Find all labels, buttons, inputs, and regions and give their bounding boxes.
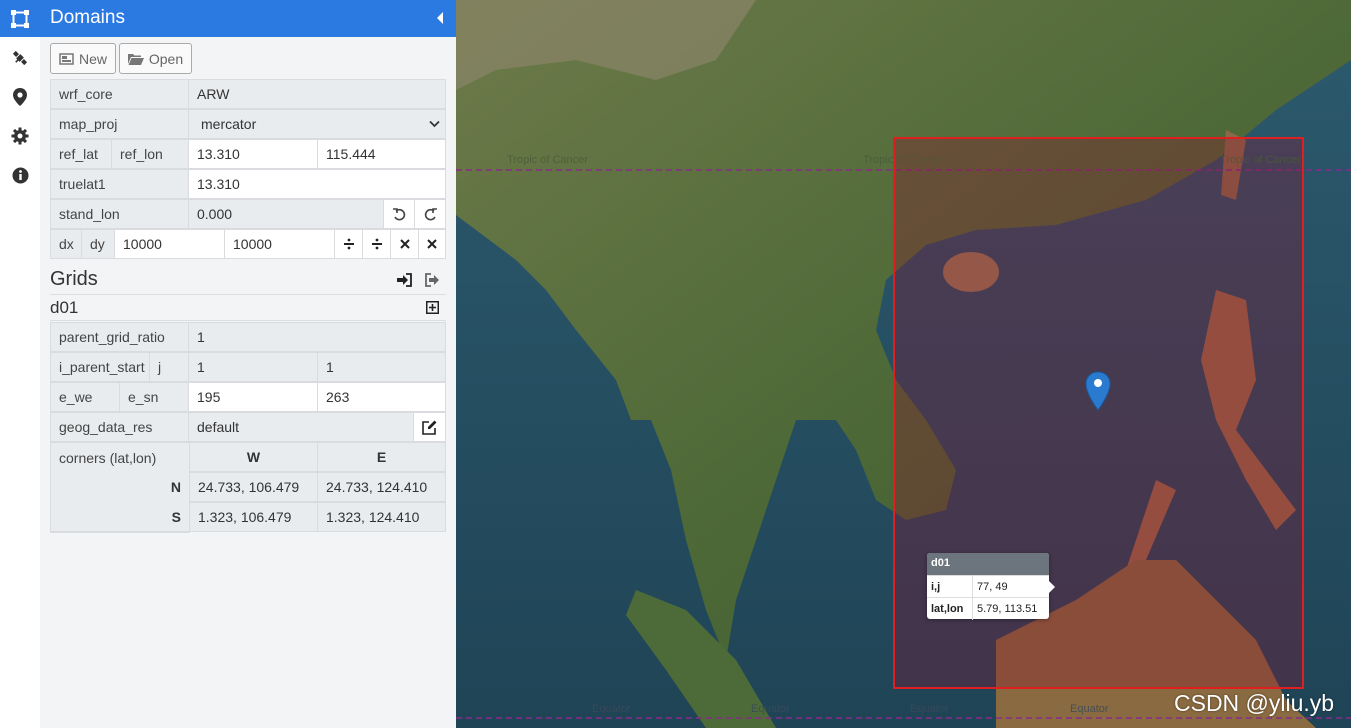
import-icon[interactable]	[397, 273, 412, 287]
parent-grid-ratio-label: parent_grid_ratio	[50, 322, 189, 352]
info-icon	[12, 167, 28, 184]
popup-latlon-value: 5.79, 113.51	[977, 603, 1038, 615]
tropic-label-1: Tropic of Cancer	[507, 154, 588, 166]
new-button-label: New	[78, 50, 107, 67]
wrf-core-label: wrf_core	[50, 79, 189, 109]
e-we-label: e_we	[50, 382, 120, 412]
dx-input[interactable]: 10000	[114, 229, 225, 259]
open-button[interactable]: Open	[119, 43, 192, 74]
truelat1-label: truelat1	[50, 169, 189, 199]
stations-tab[interactable]	[0, 78, 40, 115]
satellite-tab[interactable]	[0, 39, 40, 76]
map-marker-icon	[13, 87, 27, 106]
satellite-basemap	[456, 0, 1351, 728]
ref-lat-input[interactable]: 13.310	[188, 139, 318, 169]
multiply-dy-button[interactable]	[418, 229, 446, 259]
tropic-label-3: Tropic of Cancer	[1220, 154, 1301, 166]
undo-button[interactable]	[383, 199, 415, 229]
map-proj-select[interactable]: mercator	[188, 109, 446, 139]
dy-input[interactable]: 10000	[224, 229, 335, 259]
e-sn-label: e_sn	[119, 382, 189, 412]
map-view[interactable]: Tropic of Cancer Tropic of Cancer Tropic…	[456, 0, 1351, 728]
collapse-panel-icon[interactable]	[434, 10, 446, 26]
divide-icon	[343, 238, 354, 250]
popup-arrow	[1049, 581, 1055, 593]
chevron-down-icon	[429, 120, 440, 128]
icon-rail	[0, 0, 40, 728]
domains-panel: Domains New Open wrf_core ARW map_proj m…	[40, 0, 456, 728]
ref-lon-label: ref_lon	[111, 139, 189, 169]
popup-row-ij: i,j 77, 49	[927, 575, 1049, 598]
i-parent-start-value: 1	[188, 352, 318, 382]
equator-label-1: Equator	[592, 703, 631, 715]
corner-nw: 24.733, 106.479	[189, 472, 318, 502]
j-parent-start-value: 1	[317, 352, 446, 382]
satellite-icon	[12, 50, 28, 65]
open-button-label: Open	[148, 50, 184, 67]
folder-open-icon	[127, 53, 144, 65]
popup-latlon-label: lat,lon	[931, 603, 964, 615]
popup-title: d01	[927, 553, 1049, 575]
ref-lat-label: ref_lat	[50, 139, 112, 169]
panel-title: Domains	[50, 7, 125, 28]
popup-row-latlon: lat,lon 5.79, 113.51	[927, 597, 1049, 620]
parent-grid-ratio-value: 1	[188, 322, 446, 352]
grids-title: Grids	[50, 268, 98, 290]
e-we-input[interactable]: 195	[188, 382, 318, 412]
corners-col-e: E	[317, 442, 446, 472]
corners-row-n: N	[50, 472, 190, 502]
multiply-icon	[427, 239, 437, 249]
stand-lon-label: stand_lon	[50, 199, 189, 229]
domains-tab[interactable]	[0, 0, 40, 37]
about-tab[interactable]	[0, 157, 40, 194]
dy-label: dy	[81, 229, 115, 259]
geog-data-res-value: default	[188, 412, 414, 442]
divide-dy-button[interactable]	[362, 229, 391, 259]
domain-icon	[11, 9, 29, 28]
divide-icon	[371, 238, 382, 250]
map-proj-value: mercator	[201, 116, 257, 132]
grids-divider	[50, 294, 446, 295]
edit-geog-button[interactable]	[413, 412, 446, 442]
panel-header: Domains	[40, 0, 456, 37]
tropic-label-2: Tropic of Cancer	[863, 154, 944, 166]
equator-label-4: Equator	[1070, 703, 1109, 715]
wrf-core-value: ARW	[188, 79, 446, 109]
corner-se: 1.323, 124.410	[317, 502, 446, 532]
equator-label-2: Equator	[751, 703, 790, 715]
dx-label: dx	[50, 229, 82, 259]
corners-col-w: W	[189, 442, 318, 472]
stand-lon-value: 0.000	[188, 199, 384, 229]
redo-icon	[424, 207, 437, 220]
grid-divider	[50, 320, 446, 321]
j-parent-start-label: j	[149, 352, 189, 382]
grid-info-popup: d01 i,j 77, 49 lat,lon 5.79, 113.51	[927, 553, 1055, 620]
undo-icon	[392, 207, 405, 220]
ref-lon-input[interactable]: 115.444	[317, 139, 446, 169]
redo-button[interactable]	[414, 199, 446, 229]
export-icon[interactable]	[425, 273, 440, 287]
i-parent-start-label: i_parent_start	[50, 352, 150, 382]
settings-tab[interactable]	[0, 117, 40, 154]
new-file-icon	[59, 52, 74, 65]
popup-ij-value: 77, 49	[977, 581, 1008, 593]
geog-data-res-label: geog_data_res	[50, 412, 189, 442]
equator-label-3: Equator	[910, 703, 949, 715]
gear-icon	[11, 127, 29, 144]
grid-name: d01	[50, 298, 79, 317]
corner-sw: 1.323, 106.479	[189, 502, 318, 532]
truelat1-input[interactable]: 13.310	[188, 169, 446, 199]
corner-ne: 24.733, 124.410	[317, 472, 446, 502]
add-nest-icon[interactable]	[426, 301, 439, 314]
multiply-icon	[399, 239, 410, 249]
edit-icon	[422, 420, 437, 435]
map-proj-label: map_proj	[50, 109, 189, 139]
corners-row-s: S	[50, 502, 190, 532]
divide-dx-button[interactable]	[334, 229, 363, 259]
watermark: CSDN @yliu.yb	[1174, 690, 1335, 716]
e-sn-input[interactable]: 263	[317, 382, 446, 412]
multiply-dx-button[interactable]	[390, 229, 419, 259]
new-button[interactable]: New	[50, 43, 116, 74]
popup-ij-label: i,j	[931, 581, 941, 593]
